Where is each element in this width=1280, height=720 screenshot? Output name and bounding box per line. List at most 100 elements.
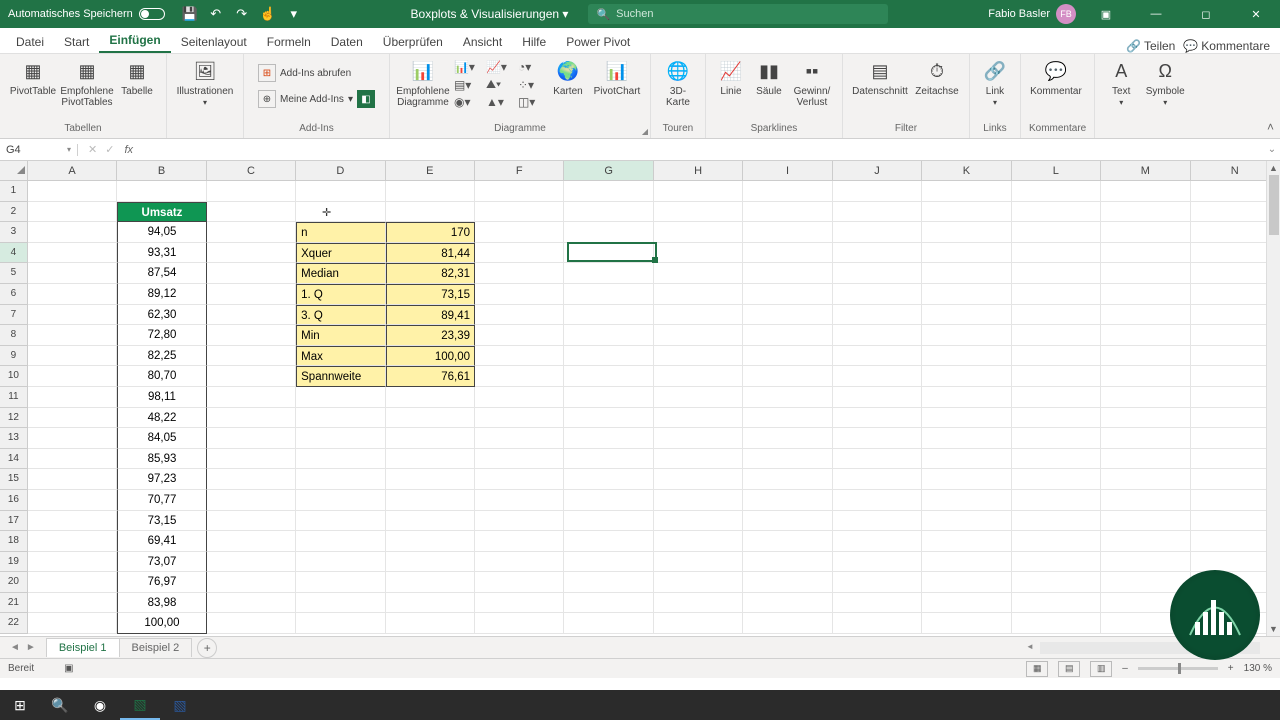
cell[interactable] (922, 181, 1011, 202)
sheet-nav-prev-icon[interactable]: ◄ (10, 642, 20, 653)
cell[interactable] (296, 428, 385, 449)
scroll-thumb[interactable] (1269, 175, 1279, 235)
cell[interactable]: 83,98 (117, 593, 206, 614)
cell[interactable] (743, 428, 832, 449)
cell[interactable] (654, 552, 743, 573)
cell[interactable] (1101, 511, 1190, 532)
cell[interactable]: Spannweite (296, 366, 385, 387)
row-header[interactable]: 10 (0, 366, 28, 387)
cell[interactable] (207, 243, 296, 264)
cell[interactable] (296, 572, 385, 593)
search-box[interactable]: 🔍 Suchen (588, 4, 888, 24)
cell[interactable]: 82,31 (386, 263, 475, 284)
cell[interactable] (743, 243, 832, 264)
cell[interactable] (207, 181, 296, 202)
cell[interactable] (475, 284, 564, 305)
cell[interactable]: 76,61 (386, 366, 475, 387)
cell[interactable] (475, 181, 564, 202)
cell[interactable] (475, 408, 564, 429)
cell[interactable] (207, 552, 296, 573)
touch-mode-icon[interactable]: ☝ (261, 7, 275, 21)
cell[interactable] (1101, 181, 1190, 202)
share-button[interactable]: 🔗 Teilen (1126, 39, 1175, 53)
cell[interactable] (1101, 222, 1190, 243)
cell[interactable] (564, 222, 653, 243)
cell[interactable]: 100,00 (386, 346, 475, 367)
cell[interactable] (207, 305, 296, 326)
cell[interactable] (833, 346, 922, 367)
cell[interactable] (28, 552, 117, 573)
row-header[interactable]: 2 (0, 202, 28, 223)
vertical-scrollbar[interactable]: ▲ ▼ (1266, 161, 1280, 636)
redo-icon[interactable]: ↷ (235, 7, 249, 21)
cell[interactable] (922, 202, 1011, 223)
cell[interactable] (922, 531, 1011, 552)
col-header-G[interactable]: G (564, 161, 653, 181)
comment-button[interactable]: 💬Kommentar (1029, 58, 1083, 97)
cell[interactable]: 80,70 (117, 366, 206, 387)
cell[interactable] (475, 243, 564, 264)
cell[interactable] (28, 346, 117, 367)
cell[interactable]: 72,80 (117, 325, 206, 346)
get-addins-button[interactable]: ⊞Add-Ins abrufen (254, 62, 379, 84)
cell[interactable] (564, 531, 653, 552)
cell[interactable] (833, 490, 922, 511)
pie-chart-icon[interactable]: ◔▾ (518, 60, 542, 74)
cell[interactable] (386, 387, 475, 408)
cell[interactable] (296, 181, 385, 202)
col-header-L[interactable]: L (1012, 161, 1101, 181)
cell[interactable] (922, 469, 1011, 490)
cell[interactable] (564, 263, 653, 284)
cell[interactable] (564, 408, 653, 429)
cell[interactable] (743, 511, 832, 532)
cell[interactable] (207, 222, 296, 243)
cell[interactable] (1012, 572, 1101, 593)
col-header-M[interactable]: M (1101, 161, 1190, 181)
cell[interactable] (475, 387, 564, 408)
cell[interactable] (296, 449, 385, 470)
cell[interactable] (654, 490, 743, 511)
row-header[interactable]: 20 (0, 572, 28, 593)
cell[interactable] (564, 305, 653, 326)
comments-button[interactable]: 💬 Kommentare (1183, 39, 1270, 53)
cell[interactable] (386, 490, 475, 511)
cell[interactable] (833, 408, 922, 429)
cell[interactable] (1101, 387, 1190, 408)
cell[interactable] (564, 284, 653, 305)
cell[interactable] (564, 593, 653, 614)
cell[interactable] (296, 552, 385, 573)
cell[interactable] (743, 469, 832, 490)
cell[interactable] (654, 284, 743, 305)
cell[interactable] (296, 593, 385, 614)
sparkline-column-button[interactable]: ▮▮Säule (752, 58, 786, 97)
excel-taskbar-icon[interactable]: ▧ (120, 690, 160, 720)
cell[interactable] (743, 263, 832, 284)
row-header[interactable]: 16 (0, 490, 28, 511)
col-header-B[interactable]: B (117, 161, 206, 181)
cell[interactable]: Umsatz (117, 202, 206, 223)
maps-button[interactable]: 🌍Karten (548, 58, 588, 97)
cell[interactable] (386, 181, 475, 202)
normal-view-button[interactable]: ▦ (1026, 661, 1048, 677)
cell[interactable] (833, 366, 922, 387)
cell[interactable] (922, 366, 1011, 387)
cell[interactable]: 73,15 (386, 284, 475, 305)
cell[interactable] (1012, 469, 1101, 490)
cell[interactable] (654, 408, 743, 429)
cell[interactable] (1012, 613, 1101, 634)
cell[interactable] (28, 531, 117, 552)
chart-types[interactable]: 📊▾ 📈▾ ◔▾ ▤▾ ⛰▾ ⁘▾ ◉▾ ▲▾ ◫▾ (452, 58, 544, 111)
cell[interactable] (564, 511, 653, 532)
cell[interactable] (833, 243, 922, 264)
cell[interactable] (28, 284, 117, 305)
sheet-tab-1[interactable]: Beispiel 1 (46, 638, 120, 657)
zoom-out-button[interactable]: – (1122, 663, 1128, 674)
autosave-toggle[interactable]: Automatisches Speichern (0, 8, 173, 20)
tab-powerpivot[interactable]: Power Pivot (556, 31, 640, 53)
cell[interactable] (833, 613, 922, 634)
cell[interactable] (1012, 531, 1101, 552)
cell[interactable] (207, 469, 296, 490)
cell[interactable] (475, 449, 564, 470)
tab-datei[interactable]: Datei (6, 31, 54, 53)
cell[interactable] (1012, 387, 1101, 408)
